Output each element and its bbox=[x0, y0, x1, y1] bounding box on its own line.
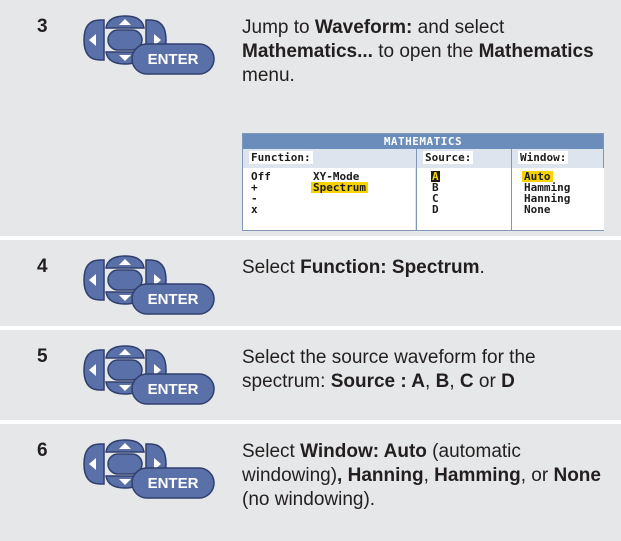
instruction-text: to open the bbox=[372, 41, 479, 62]
menu-title: MATHEMATICS bbox=[243, 134, 603, 149]
instruction-keyword: Source : A bbox=[330, 371, 426, 392]
instruction-text: Jump to bbox=[242, 17, 315, 38]
step-number: 4 bbox=[37, 256, 48, 277]
keypad-icon: ENTER bbox=[80, 344, 216, 406]
keypad-graphic: ENTER bbox=[83, 255, 215, 315]
step-number: 6 bbox=[37, 440, 48, 461]
instruction-text: menu. bbox=[242, 65, 295, 86]
instruction-keyword: D bbox=[501, 371, 515, 392]
instruction-keyword: None bbox=[553, 465, 601, 486]
function-option-multiply[interactable]: x bbox=[251, 204, 258, 215]
keypad-graphic: ENTER bbox=[83, 345, 215, 405]
enter-key-label: ENTER bbox=[148, 51, 199, 68]
manual-page: 3 ENTER Jump to Waveform: and select Mat… bbox=[0, 0, 621, 541]
function-header: Function: bbox=[249, 151, 313, 164]
keypad-graphic: ENTER bbox=[83, 15, 215, 75]
instruction-keyword: Waveform: bbox=[314, 17, 413, 38]
enter-key-label: ENTER bbox=[148, 291, 199, 308]
step-number: 3 bbox=[37, 16, 48, 37]
instruction-text: , or bbox=[520, 465, 554, 486]
enter-key-label: ENTER bbox=[148, 381, 199, 398]
function-column: Off + - x XY-Mode Spectrum Function: bbox=[243, 149, 415, 230]
instruction-text: . bbox=[479, 257, 485, 278]
source-header: Source: bbox=[423, 151, 474, 164]
instruction-keyword: C bbox=[459, 371, 474, 392]
instruction-text: and select bbox=[412, 17, 505, 38]
instruction-text: , bbox=[425, 371, 436, 392]
mathematics-menu: MATHEMATICS Off + - x XY-Mode Spectrum F… bbox=[242, 133, 604, 231]
instruction-keyword: Mathematics... bbox=[242, 41, 373, 62]
window-column: Auto Hamming Hanning None Window: bbox=[511, 149, 604, 230]
source-column: A B C D Source: bbox=[416, 149, 511, 230]
instruction-text: , bbox=[423, 465, 435, 486]
window-header: Window: bbox=[518, 151, 569, 164]
keypad-icon: ENTER bbox=[80, 438, 216, 500]
step-instruction: Select Function: Spectrum. bbox=[242, 256, 614, 280]
step-number: 5 bbox=[37, 346, 48, 367]
instruction-text: Select bbox=[242, 257, 301, 278]
source-option-d[interactable]: D bbox=[432, 204, 439, 215]
function-option-spectrum[interactable]: Spectrum bbox=[311, 182, 368, 193]
instruction-text: Select bbox=[242, 441, 301, 462]
keypad-graphic: ENTER bbox=[83, 439, 215, 499]
instruction-keyword: Hamming bbox=[434, 465, 521, 486]
step-3: 3 ENTER Jump to Waveform: and select Mat… bbox=[0, 0, 621, 236]
step-instruction: Select the source waveform for the spect… bbox=[242, 346, 614, 394]
enter-key-label: ENTER bbox=[148, 475, 199, 492]
window-option-none[interactable]: None bbox=[524, 204, 551, 215]
instruction-text: (no windowing). bbox=[242, 489, 376, 510]
step-6: 6 ENTER Select Window: Auto (automatic w… bbox=[0, 424, 621, 541]
instruction-keyword: Function: Spectrum bbox=[300, 257, 480, 278]
keypad-icon: ENTER bbox=[80, 254, 216, 316]
step-5: 5 ENTER Select the source waveform for t… bbox=[0, 330, 621, 420]
step-instruction: Select Window: Auto (automatic windowing… bbox=[242, 440, 614, 512]
instruction-keyword: , Hanning bbox=[337, 465, 424, 486]
instruction-text: , bbox=[449, 371, 460, 392]
instruction-keyword: Mathematics bbox=[478, 41, 594, 62]
instruction-keyword: Window: Auto bbox=[300, 441, 427, 462]
instruction-text: or bbox=[473, 371, 502, 392]
step-4: 4 ENTER Select Function: Spectrum. bbox=[0, 240, 621, 326]
instruction-keyword: B bbox=[435, 371, 450, 392]
keypad-icon: ENTER bbox=[80, 14, 216, 76]
step-instruction: Jump to Waveform: and select Mathematics… bbox=[242, 16, 614, 88]
